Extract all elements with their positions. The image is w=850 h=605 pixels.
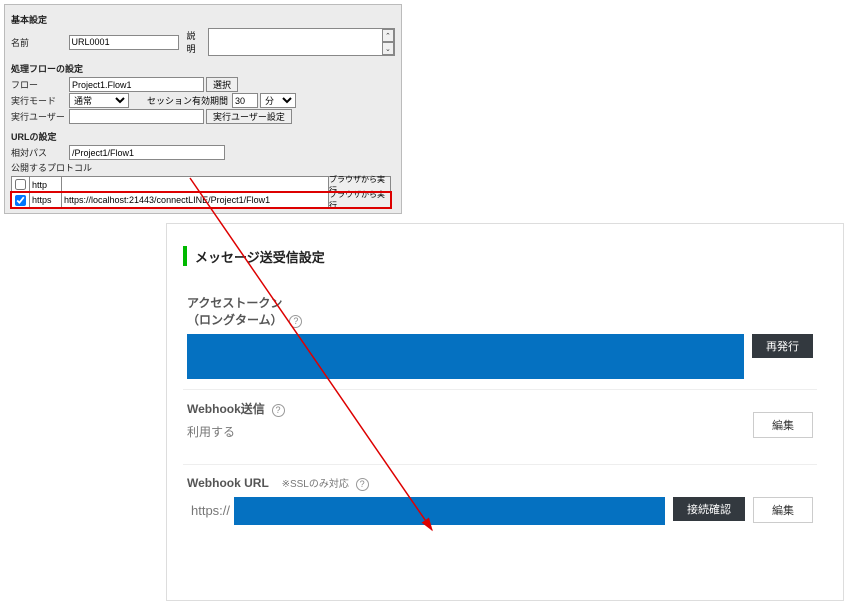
access-token-value-box (187, 334, 744, 379)
flow-input[interactable] (69, 77, 204, 92)
exec-user-settings-button[interactable]: 実行ユーザー設定 (206, 109, 292, 124)
section-basic-title: 基本設定 (11, 13, 395, 26)
table-row: https https://localhost:21443/connectLIN… (11, 192, 391, 208)
help-icon[interactable]: ? (356, 478, 369, 491)
https-url-cell: https://localhost:21443/connectLINE/Proj… (62, 193, 329, 207)
help-icon[interactable]: ? (272, 404, 285, 417)
protocol-table: http ブラウザから実行 https https://localhost:21… (11, 176, 391, 208)
session-unit-select[interactable]: 分 (260, 93, 296, 108)
label-protocol: 公開するプロトコル (11, 161, 101, 174)
label-flow: フロー (11, 78, 69, 91)
desc-up-icon[interactable]: ⌃ (382, 29, 394, 42)
label-relpath: 相対パス (11, 146, 69, 159)
access-token-subtitle: （ロングターム） (187, 313, 283, 327)
http-checkbox[interactable] (15, 179, 26, 190)
label-session: セッション有効期間 (147, 94, 228, 107)
card-heading: メッセージ送受信設定 (183, 246, 817, 266)
verify-connection-button[interactable]: 接続確認 (673, 497, 745, 521)
label-exec-user: 実行ユーザー (11, 110, 69, 123)
https-checkbox[interactable] (15, 195, 26, 206)
session-value-input[interactable] (232, 93, 258, 108)
desc-textarea[interactable]: ⌃ ⌄ (208, 28, 395, 56)
url-settings-dialog: 基本設定 名前 説明 ⌃ ⌄ 処理フローの設定 フロー 選択 実行モード 通常 … (4, 4, 402, 214)
reissue-button[interactable]: 再発行 (752, 334, 813, 358)
mode-select[interactable]: 通常 (69, 93, 129, 108)
proto-https-label: https (30, 193, 62, 207)
access-token-section: アクセストークン （ロングターム） ? 再発行 (183, 284, 817, 389)
help-icon[interactable]: ? (289, 315, 302, 328)
http-url-cell (62, 177, 329, 192)
exec-user-input[interactable] (69, 109, 204, 124)
select-button[interactable]: 選択 (206, 77, 238, 92)
run-browser-https-button[interactable]: ブラウザから実行 (329, 193, 391, 207)
label-name: 名前 (11, 36, 69, 49)
webhook-send-section: Webhook送信 ? 利用する 編集 (183, 390, 817, 448)
ssl-note: ※SSLのみ対応 (282, 479, 349, 490)
message-settings-card: メッセージ送受信設定 アクセストークン （ロングターム） ? 再発行 Webho… (166, 223, 844, 601)
webhook-url-title: Webhook URL (187, 476, 269, 490)
label-desc: 説明 (187, 29, 205, 55)
webhook-url-section: Webhook URL ※SSLのみ対応 ? https:// 接続確認 編集 (183, 465, 817, 535)
access-token-title: アクセストークン (187, 296, 282, 310)
section-url-title: URLの設定 (11, 130, 395, 143)
name-input[interactable] (69, 35, 179, 50)
webhook-send-title: Webhook送信 (187, 402, 265, 416)
edit-webhook-send-button[interactable]: 編集 (753, 412, 813, 438)
relpath-input[interactable] (69, 145, 225, 160)
edit-webhook-url-button[interactable]: 編集 (753, 497, 813, 523)
section-flow-title: 処理フローの設定 (11, 62, 395, 75)
label-mode: 実行モード (11, 94, 69, 107)
webhook-url-box: https:// (187, 497, 665, 525)
proto-http-label: http (30, 177, 62, 192)
desc-down-icon[interactable]: ⌄ (382, 42, 394, 55)
url-prefix: https:// (187, 497, 234, 525)
